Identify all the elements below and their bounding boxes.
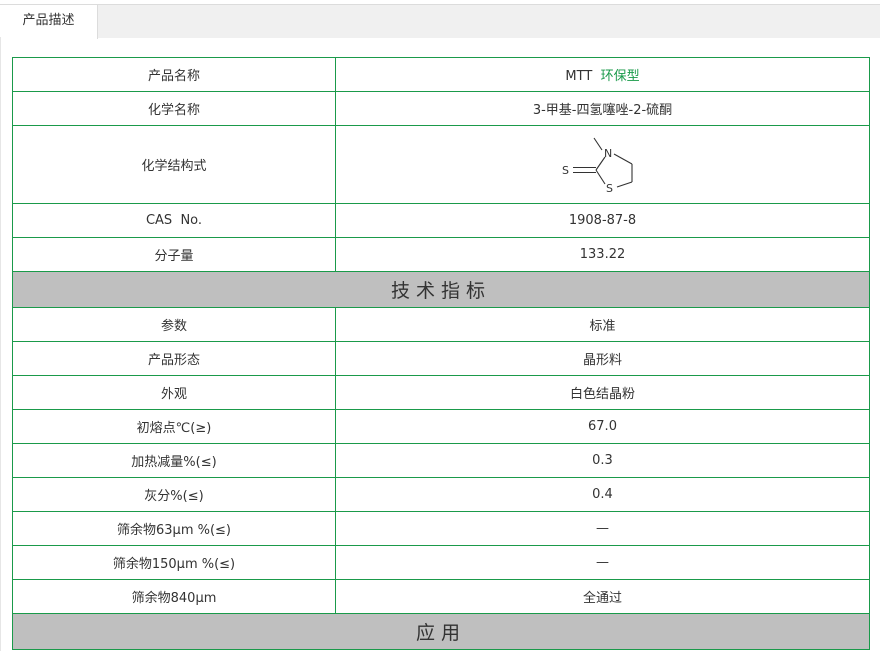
product-name-value: MTT [565,69,593,84]
table-row: 化学名称 3-甲基-四氢噻唑-2-硫酮 [12,91,870,126]
param-cell: 筛余物63μm %(≤) [12,511,336,546]
row-label: 化学名称 [12,91,336,126]
table-row: 化学结构式 S N S [12,125,870,204]
param-cell: 筛余物840μm [12,579,336,614]
table-row: 产品形态 晶形料 [12,341,870,376]
standard-cell: 0.3 [335,443,870,478]
table-row: 筛余物63μm %(≤) — [12,511,870,546]
param-cell: 灰分%(≤) [12,477,336,512]
left-divider [0,37,1,651]
standard-cell: — [335,545,870,580]
standard-cell: 白色结晶粉 [335,375,870,410]
product-description-page: 产品描述 产品名称 MTT 环保型 化学名称 3-甲基-四氢噻唑-2-硫酮 化学… [0,0,880,651]
section-header-row: 技术指标 [12,271,870,308]
table-row: CAS No. 1908-87-8 [12,203,870,238]
table-row: 外观 白色结晶粉 [12,375,870,410]
standard-cell: 67.0 [335,409,870,444]
spec-table: 产品名称 MTT 环保型 化学名称 3-甲基-四氢噻唑-2-硫酮 化学结构式 S… [12,57,870,650]
chemical-structure-diagram: S N S [562,137,633,195]
standard-cell: 晶形料 [335,341,870,376]
atom-n: N [604,147,612,160]
standard-cell: 0.4 [335,477,870,512]
row-label: 化学结构式 [12,125,336,204]
standard-cell: — [335,511,870,546]
table-row: 初熔点℃(≥) 67.0 [12,409,870,444]
row-value: 1908-87-8 [335,203,870,238]
param-cell: 筛余物150μm %(≤) [12,545,336,580]
param-cell: 产品形态 [12,341,336,376]
param-cell: 外观 [12,375,336,410]
table-row: 灰分%(≤) 0.4 [12,477,870,512]
table-row: 加热减量%(≤) 0.3 [12,443,870,478]
table-row: 筛余物150μm %(≤) — [12,545,870,580]
row-value: 133.22 [335,237,870,272]
table-row: 参数 标准 [12,307,870,342]
atom-s-ring: S [606,182,613,195]
section-header-row: 应用 [12,613,870,650]
atom-s-exocyclic: S [562,164,569,177]
table-row: 产品名称 MTT 环保型 [12,57,870,92]
tab-bar: 产品描述 [0,4,880,39]
standard-cell: 全通过 [335,579,870,614]
column-header-standard: 标准 [335,307,870,342]
row-value: MTT 环保型 [335,57,870,92]
row-label: 产品名称 [12,57,336,92]
column-header-param: 参数 [12,307,336,342]
row-value: 3-甲基-四氢噻唑-2-硫酮 [335,91,870,126]
row-label: CAS No. [12,203,336,238]
param-cell: 加热减量%(≤) [12,443,336,478]
section-title-technical: 技术指标 [12,271,870,308]
tab-product-description[interactable]: 产品描述 [0,4,98,39]
section-title-application: 应用 [12,613,870,650]
param-cell: 初熔点℃(≥) [12,409,336,444]
row-label: 分子量 [12,237,336,272]
structure-cell: S N S [335,125,870,204]
table-row: 筛余物840μm 全通过 [12,579,870,614]
product-grade-tag: 环保型 [600,69,640,84]
table-row: 分子量 133.22 [12,237,870,272]
